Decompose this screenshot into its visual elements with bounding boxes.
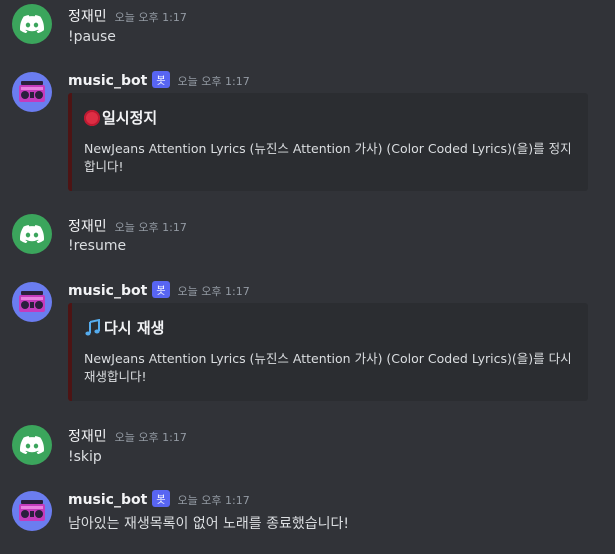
message-text: !pause bbox=[68, 29, 116, 45]
timestamp: 오늘 오후 1:17 bbox=[114, 221, 187, 234]
red-circle-icon bbox=[84, 109, 100, 126]
boombox-icon bbox=[19, 291, 45, 312]
username[interactable]: 정재민 bbox=[68, 426, 107, 446]
user-avatar[interactable] bbox=[12, 214, 52, 254]
username[interactable]: music_bot bbox=[68, 73, 147, 89]
music-notes-icon bbox=[85, 318, 100, 335]
message-header: 정재민 오늘 오후 1:17 bbox=[68, 6, 187, 26]
message-text: !resume bbox=[68, 238, 127, 254]
embed-title-text: 다시 재생 bbox=[104, 319, 165, 337]
message-header: music_bot 봇 오늘 오후 1:17 bbox=[68, 281, 250, 299]
message-text: 남아있는 재생목록이 없어 노래를 종료했습니다! bbox=[68, 516, 350, 532]
bot-badge: 봇 bbox=[152, 71, 170, 88]
bot-badge: 봇 bbox=[152, 490, 170, 507]
embed-card: 일시정지 NewJeans Attention Lyrics (뉴진스 Atte… bbox=[68, 93, 588, 191]
username[interactable]: music_bot bbox=[68, 492, 147, 508]
discord-logo-icon bbox=[20, 15, 44, 33]
message-header: music_bot 봇 오늘 오후 1:17 bbox=[68, 490, 250, 508]
boombox-icon bbox=[19, 81, 45, 102]
timestamp: 오늘 오후 1:17 bbox=[177, 75, 250, 88]
bot-avatar[interactable] bbox=[12, 72, 52, 112]
embed-description: NewJeans Attention Lyrics (뉴진스 Attention… bbox=[84, 351, 572, 384]
message-header: music_bot 봇 오늘 오후 1:17 bbox=[68, 71, 250, 89]
user-avatar[interactable] bbox=[12, 4, 52, 44]
message-header: 정재민 오늘 오후 1:17 bbox=[68, 426, 187, 446]
embed-title: 다시 재생 bbox=[84, 317, 572, 338]
embed-title-text: 일시정지 bbox=[102, 109, 158, 127]
boombox-icon bbox=[19, 500, 45, 521]
timestamp: 오늘 오후 1:17 bbox=[114, 431, 187, 444]
username[interactable]: 정재민 bbox=[68, 216, 107, 236]
embed-title: 일시정지 bbox=[84, 107, 572, 128]
timestamp: 오늘 오후 1:17 bbox=[177, 494, 250, 507]
chat-log: 정재민 오늘 오후 1:17 !pause music_bot 봇 오늘 오후 … bbox=[0, 0, 615, 554]
user-avatar[interactable] bbox=[12, 425, 52, 465]
username[interactable]: music_bot bbox=[68, 283, 147, 299]
bot-avatar[interactable] bbox=[12, 282, 52, 322]
bot-badge: 봇 bbox=[152, 281, 170, 298]
discord-logo-icon bbox=[20, 225, 44, 243]
embed-card: 다시 재생 NewJeans Attention Lyrics (뉴진스 Att… bbox=[68, 303, 588, 401]
message-text: !skip bbox=[68, 449, 102, 465]
discord-logo-icon bbox=[20, 436, 44, 454]
bot-avatar[interactable] bbox=[12, 491, 52, 531]
username[interactable]: 정재민 bbox=[68, 6, 107, 26]
embed-description: NewJeans Attention Lyrics (뉴진스 Attention… bbox=[84, 141, 572, 174]
timestamp: 오늘 오후 1:17 bbox=[177, 285, 250, 298]
timestamp: 오늘 오후 1:17 bbox=[114, 11, 187, 24]
message-header: 정재민 오늘 오후 1:17 bbox=[68, 216, 187, 236]
